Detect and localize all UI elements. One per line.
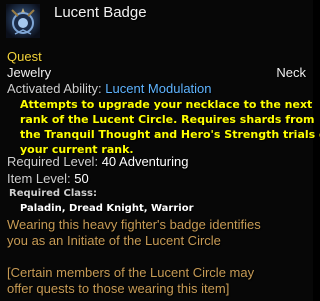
- required-class-label: Required Class:: [9, 188, 97, 199]
- item-level: Item Level: 50: [7, 171, 89, 186]
- required-classes: Paladin, Dread Knight, Warrior: [20, 203, 194, 214]
- ability-description: Attempts to upgrade your necklace to the…: [20, 97, 320, 157]
- item-tooltip: Lucent Badge Quest Jewelry Neck Activate…: [0, 0, 320, 301]
- activated-ability: Activated Ability: Lucent Modulation: [7, 81, 212, 96]
- slot-type: Jewelry: [7, 65, 52, 80]
- quest-tag: Quest: [7, 49, 42, 64]
- description-line: Attempts to upgrade your necklace to the…: [20, 98, 313, 111]
- flavor-text: Wearing this heavy fighter's badge ident…: [7, 217, 307, 249]
- note-line: [Certain members of the Lucent Circle ma…: [7, 265, 255, 280]
- item-note: [Certain members of the Lucent Circle ma…: [7, 265, 307, 297]
- note-line: offer quests to those wearing this item]: [7, 281, 230, 296]
- required-level-value: 40 Adventuring: [101, 154, 189, 169]
- item-name: Lucent Badge: [54, 4, 147, 21]
- item-level-label: Item Level:: [7, 171, 71, 186]
- item-level-value: 50: [74, 171, 89, 186]
- ability-label: Activated Ability:: [7, 81, 102, 96]
- ability-name[interactable]: Lucent Modulation: [105, 81, 211, 96]
- description-line: the Tranquil Thought and Hero's Strength…: [20, 128, 320, 141]
- flavor-line: you as an Initiate of the Lucent Circle: [7, 233, 221, 248]
- slot-name: Neck: [276, 65, 306, 80]
- badge-icon: [6, 4, 40, 38]
- description-line: rank of the Lucent Circle. Requires shar…: [20, 113, 315, 126]
- required-level-label: Required Level:: [7, 154, 99, 169]
- required-level: Required Level: 40 Adventuring: [7, 154, 188, 169]
- flavor-line: Wearing this heavy fighter's badge ident…: [7, 217, 261, 232]
